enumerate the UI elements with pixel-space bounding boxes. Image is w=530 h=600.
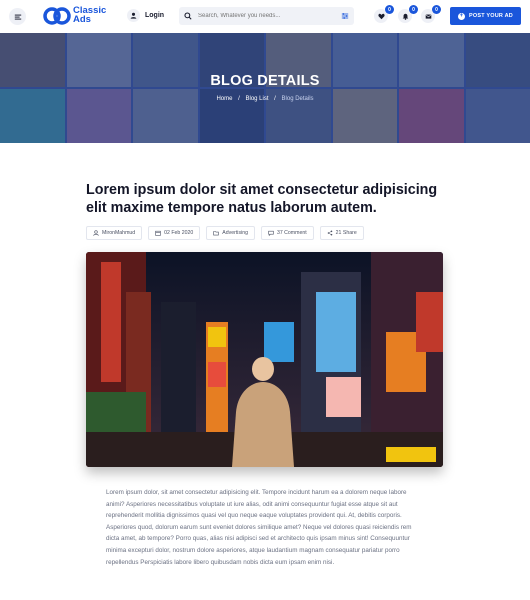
bell-icon (402, 13, 408, 20)
user-icon (127, 9, 140, 22)
logo-mark-icon (43, 7, 71, 25)
search-icon[interactable] (184, 12, 196, 20)
menu-button[interactable] (9, 8, 26, 25)
notifications-button[interactable]: 0 (398, 5, 418, 23)
meta-category[interactable]: Advertising (206, 226, 255, 240)
article-title: Lorem ipsum dolor sit amet consectetur a… (86, 182, 438, 216)
notifications-count-badge: 0 (409, 5, 418, 14)
meta-comments[interactable]: 37 Comment (260, 226, 314, 240)
breadcrumb-blog-list[interactable]: Blog List (245, 96, 268, 102)
comment-icon (268, 230, 274, 236)
top-header: Classic Ads Login 0 0 0 (0, 0, 530, 33)
meta-date: 02 Feb 2020 (148, 226, 201, 240)
search-bar (179, 7, 354, 25)
hamburger-icon (14, 14, 21, 20)
meta-category-text: Advertising (222, 230, 248, 236)
meta-author[interactable]: MironMahmud (86, 226, 143, 240)
breadcrumb-separator: / (274, 96, 276, 102)
favorites-count-badge: 0 (385, 5, 394, 14)
plus-icon: + (458, 12, 466, 20)
meta-shares-text: 21 Share (335, 230, 357, 236)
share-icon (327, 230, 332, 236)
envelope-icon (425, 13, 431, 19)
breadcrumb: Home / Blog List / Blog Details (0, 96, 530, 102)
article-meta: MironMahmud 02 Feb 2020 Advertising 37 C… (86, 226, 364, 240)
meta-comments-text: 37 Comment (276, 230, 307, 236)
logo-line-2: Ads (73, 13, 91, 25)
messages-button[interactable]: 0 (421, 5, 441, 23)
meta-date-text: 02 Feb 2020 (164, 230, 194, 236)
filter-icon[interactable] (341, 12, 349, 20)
login-link[interactable]: Login (127, 9, 164, 22)
search-input[interactable] (198, 13, 338, 19)
meta-author-text: MironMahmud (102, 230, 136, 236)
meta-shares[interactable]: 21 Share (319, 226, 364, 240)
logo-text: Classic Ads (73, 6, 106, 25)
breadcrumb-separator: / (238, 96, 240, 102)
user-icon (93, 230, 99, 236)
article-body: Lorem ipsum dolor, sit amet consectetur … (106, 489, 412, 566)
heart-icon (377, 13, 385, 19)
breadcrumb-current: Blog Details (281, 96, 314, 102)
login-label: Login (145, 12, 165, 19)
page-banner: BLOG DETAILS Home / Blog List / Blog Det… (0, 33, 530, 143)
banner-title: BLOG DETAILS (210, 73, 320, 89)
article-hero-image (86, 252, 443, 467)
messages-count-badge: 0 (432, 5, 441, 14)
favorites-button[interactable]: 0 (374, 5, 394, 23)
calendar-icon (155, 230, 161, 236)
breadcrumb-home[interactable]: Home (216, 96, 232, 102)
folder-icon (213, 231, 219, 236)
city-street-image (86, 252, 443, 467)
post-ad-label: POST YOUR AD (469, 13, 513, 19)
post-ad-button[interactable]: + POST YOUR AD (450, 7, 521, 25)
site-logo[interactable]: Classic Ads (43, 6, 106, 25)
